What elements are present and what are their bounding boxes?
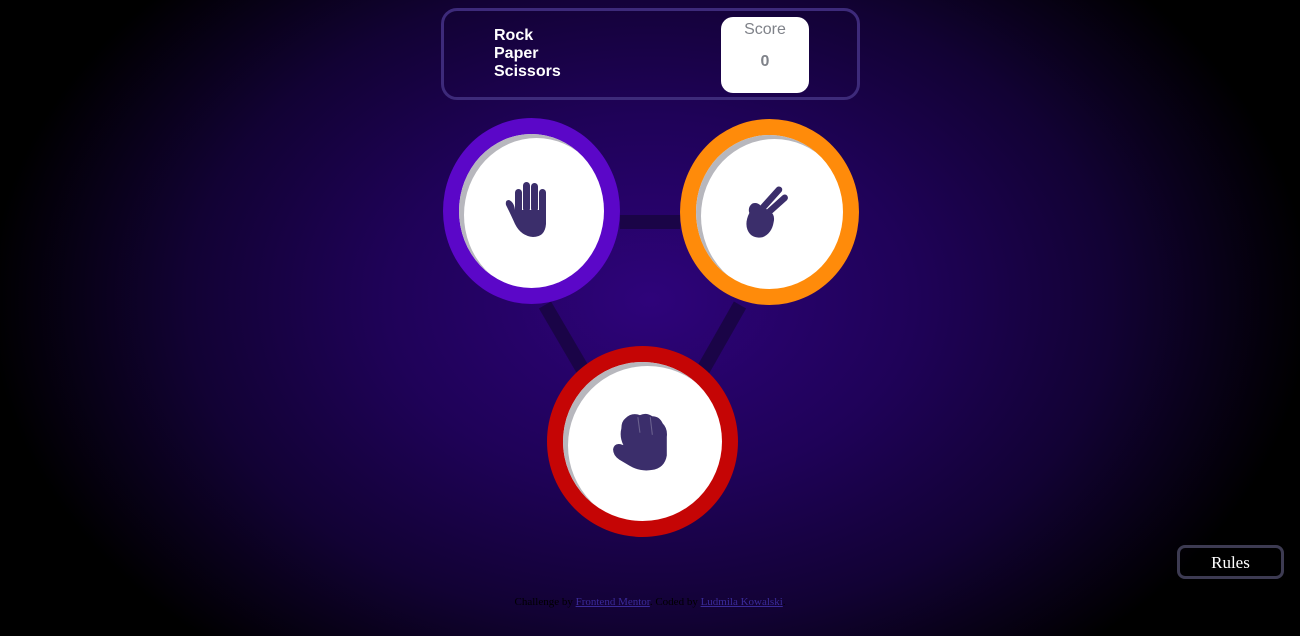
attribution-coded-text: . Coded by bbox=[649, 596, 698, 608]
rock-fist-icon bbox=[613, 413, 667, 471]
paper-hand-icon bbox=[505, 182, 546, 237]
rock-button[interactable] bbox=[547, 346, 738, 537]
rules-button[interactable]: Rules bbox=[1177, 545, 1284, 579]
scissors-button[interactable] bbox=[680, 119, 859, 305]
attribution-challenge-text: Challenge by bbox=[514, 596, 573, 608]
connector-right bbox=[696, 301, 747, 374]
paper-button[interactable] bbox=[443, 118, 620, 304]
coder-link[interactable]: Ludmila Kowalski bbox=[701, 596, 783, 608]
attribution-suffix: . bbox=[782, 596, 786, 608]
scissors-hand-icon bbox=[746, 186, 788, 238]
connector-left bbox=[538, 301, 590, 374]
triangle-connectors bbox=[538, 215, 747, 374]
frontend-mentor-link[interactable]: Frontend Mentor bbox=[576, 596, 650, 608]
attribution: Challenge by Frontend Mentor. Coded by L… bbox=[0, 596, 1300, 608]
